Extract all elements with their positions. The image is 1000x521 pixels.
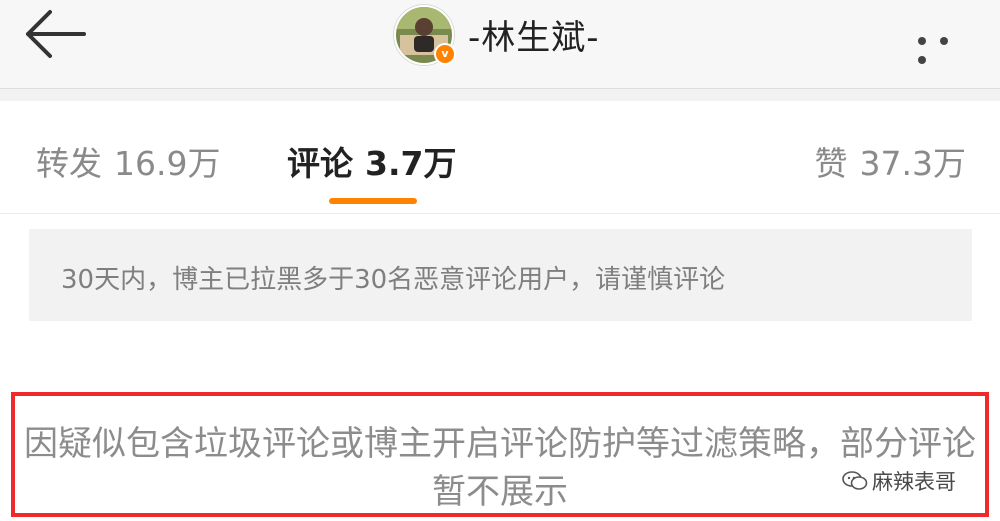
tab-likes-count: 37.3万 <box>859 144 966 183</box>
verified-v-badge-icon: v <box>434 43 456 65</box>
section-separator <box>0 89 1000 101</box>
tab-comments-count: 3.7万 <box>365 144 457 183</box>
wechat-icon <box>842 471 868 490</box>
comment-warning-notice: 30天内，博主已拉黑多于30名恶意评论用户，请谨慎评论 <box>29 229 972 321</box>
username-title[interactable]: -林生斌- <box>468 10 600 59</box>
tab-reposts-count: 16.9万 <box>114 144 221 183</box>
active-tab-indicator <box>329 198 417 204</box>
top-navigation-bar: v -林生斌- <box>0 0 1000 89</box>
watermark: 麻辣表哥 <box>842 466 956 494</box>
back-arrow-icon[interactable] <box>22 8 88 60</box>
watermark-text: 麻辣表哥 <box>872 470 956 494</box>
tab-likes[interactable]: 赞 37.3万 <box>815 137 966 185</box>
more-dots-icon[interactable] <box>918 30 978 64</box>
filtered-comments-message: 因疑似包含垃圾评论或博主开启评论防护等过滤策略，部分评论暂不展示 <box>24 424 976 512</box>
tab-likes-label: 赞 <box>814 144 848 183</box>
avatar[interactable]: v <box>394 5 456 65</box>
interaction-tabs: 转发 16.9万 评论 3.7万 赞 37.3万 <box>0 101 1000 214</box>
tab-comments-label: 评论 <box>287 144 353 183</box>
tab-comments[interactable]: 评论 3.7万 <box>287 137 456 185</box>
tab-reposts[interactable]: 转发 16.9万 <box>36 137 220 185</box>
tab-reposts-label: 转发 <box>36 144 102 183</box>
